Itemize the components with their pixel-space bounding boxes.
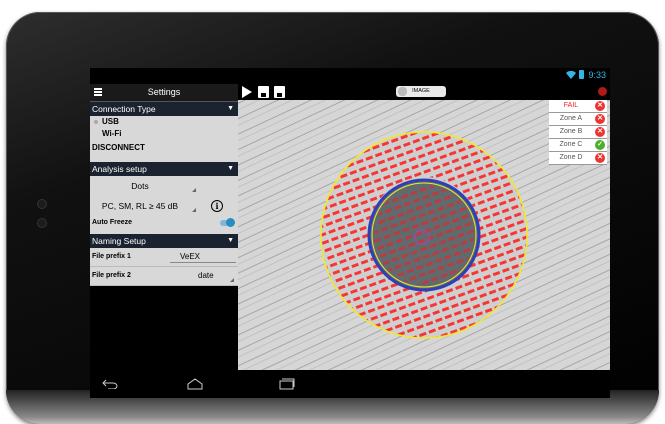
image-toolbar: IMAGE (238, 84, 610, 100)
save-icon[interactable] (258, 86, 269, 98)
section-label: Analysis setup (92, 164, 147, 174)
result-label: Zone C (559, 141, 583, 148)
image-toggle-label: IMAGE (412, 88, 430, 94)
fiber-view: IMAGE FAIL ✕ Zone A ✕ Zone B ✕ Zone C ✓ … (238, 84, 610, 370)
screen: 9:33 Settings Connection Type ▼ USB Wi-F… (90, 68, 610, 398)
section-connection-type[interactable]: Connection Type ▼ (90, 102, 238, 116)
fail-x-icon: ✕ (595, 114, 605, 124)
section-label: Connection Type (92, 104, 156, 114)
result-zone-b: Zone B ✕ (549, 126, 607, 139)
battery-icon (579, 70, 584, 79)
result-zone-c: Zone C ✓ (549, 139, 607, 152)
status-time: 9:33 (588, 70, 606, 80)
mode-dropdown[interactable]: Dots (90, 176, 238, 196)
settings-panel: Settings Connection Type ▼ USB Wi-Fi DIS… (90, 84, 238, 356)
radio-icon (94, 120, 98, 124)
result-label: FAIL (563, 102, 579, 109)
camera-lens-icon (38, 200, 46, 208)
fail-x-icon: ✕ (595, 127, 605, 137)
auto-freeze-row: Auto Freeze (90, 216, 238, 230)
radio-label: USB (102, 117, 119, 126)
disconnect-button[interactable]: DISCONNECT (90, 140, 238, 155)
radio-wifi[interactable]: Wi-Fi (90, 128, 238, 140)
core-defects (374, 185, 474, 285)
fiber-endface-image: FAIL ✕ Zone A ✕ Zone B ✕ Zone C ✓ Zone D… (238, 100, 610, 370)
record-icon[interactable] (598, 87, 607, 96)
sensor-icon (38, 219, 46, 227)
naming-body: File prefix 1 VeEX File prefix 2 date (90, 248, 238, 286)
file-prefix-2-label: File prefix 2 (92, 272, 131, 279)
auto-freeze-label: Auto Freeze (92, 219, 133, 226)
chevron-down-icon: ▼ (227, 237, 234, 244)
pass-check-icon: ✓ (595, 140, 605, 150)
profile-value: PC, SM, RL ≥ 45 dB (101, 201, 179, 211)
result-zone-d: Zone D ✕ (549, 152, 607, 165)
recents-icon[interactable] (279, 378, 295, 390)
settings-title: Settings (147, 87, 181, 97)
profile-dropdown[interactable]: PC, SM, RL ≥ 45 dB i (90, 196, 238, 216)
radio-label: Wi-Fi (102, 129, 122, 138)
section-naming-setup[interactable]: Naming Setup ▼ (90, 234, 238, 248)
fail-x-icon: ✕ (595, 101, 605, 111)
analysis-body: Dots PC, SM, RL ≥ 45 dB i Auto Freeze (90, 176, 238, 234)
chevron-down-icon: ▼ (227, 105, 234, 112)
file-prefix-1-label: File prefix 1 (92, 253, 131, 260)
result-overall: FAIL ✕ (549, 100, 607, 113)
dropdown-arrow-icon (192, 208, 196, 212)
tablet-frame: 9:33 Settings Connection Type ▼ USB Wi-F… (6, 12, 659, 424)
result-zone-a: Zone A ✕ (549, 113, 607, 126)
dropdown-arrow-icon (230, 278, 234, 282)
chevron-down-icon: ▼ (227, 165, 234, 172)
status-bar: 9:33 (90, 68, 610, 84)
fail-x-icon: ✕ (595, 153, 605, 163)
file-prefix-2-row: File prefix 2 date (90, 267, 238, 286)
save-as-icon[interactable] (274, 86, 285, 98)
info-icon[interactable]: i (211, 200, 223, 212)
result-label: Zone D (559, 154, 583, 161)
android-nav-bar (90, 370, 610, 398)
back-icon[interactable] (102, 379, 118, 389)
result-label: Zone B (559, 128, 583, 135)
settings-header: Settings (90, 84, 238, 102)
result-label: Zone A (559, 115, 583, 122)
auto-freeze-toggle[interactable] (220, 218, 235, 227)
file-prefix-1-row: File prefix 1 VeEX (90, 248, 238, 267)
radio-usb[interactable]: USB (90, 116, 238, 128)
section-label: Naming Setup (92, 236, 146, 246)
zone-results-panel: FAIL ✕ Zone A ✕ Zone B ✕ Zone C ✓ Zone D… (549, 100, 607, 165)
mode-value: Dots (131, 181, 149, 191)
home-icon[interactable] (187, 378, 203, 390)
connection-body: USB Wi-Fi DISCONNECT (90, 116, 238, 162)
section-analysis-setup[interactable]: Analysis setup ▼ (90, 162, 238, 176)
file-prefix-1-input[interactable]: VeEX (180, 248, 240, 266)
play-icon[interactable] (242, 86, 252, 98)
dropdown-arrow-icon (192, 188, 196, 192)
image-toggle[interactable]: IMAGE (396, 86, 446, 97)
wifi-icon (566, 70, 576, 79)
